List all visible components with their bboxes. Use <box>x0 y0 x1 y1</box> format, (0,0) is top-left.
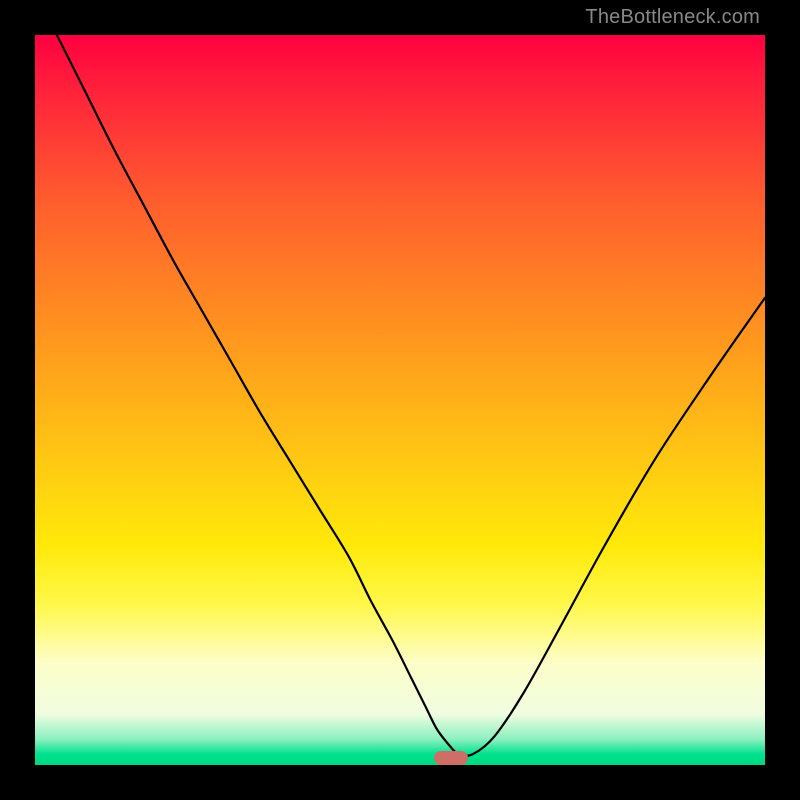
watermark-text: TheBottleneck.com <box>585 6 760 29</box>
bottleneck-curve <box>35 35 765 765</box>
plot-area <box>35 35 765 765</box>
bottleneck-curve-path <box>57 35 765 756</box>
chart-frame: TheBottleneck.com <box>0 0 800 800</box>
optimal-point-marker <box>434 751 468 765</box>
